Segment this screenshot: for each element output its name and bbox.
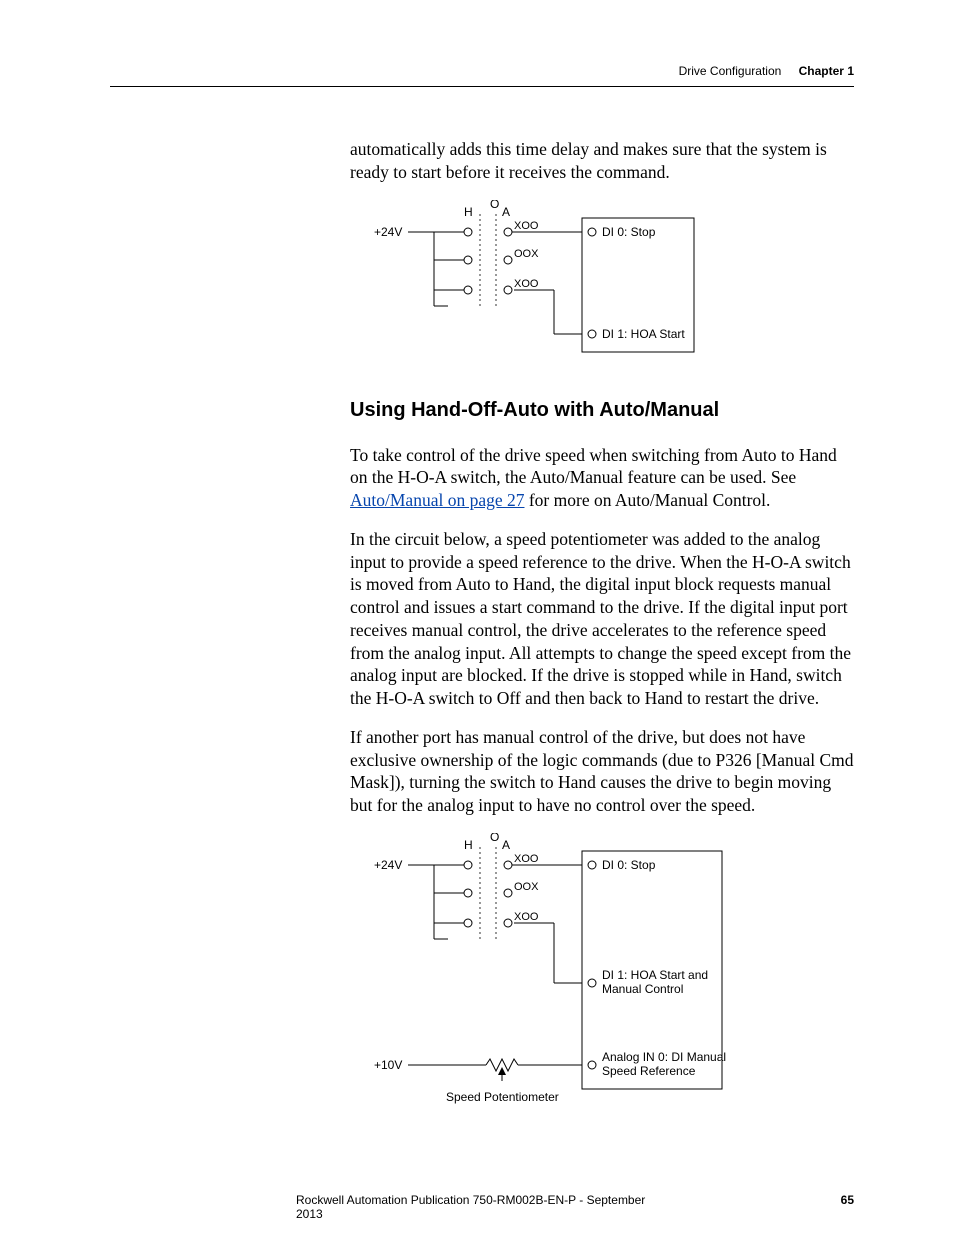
diagram-hoa-auto-manual: +24V H O A: [374, 833, 854, 1118]
d1-right-c1: [504, 228, 512, 236]
d1-left-c2: [464, 256, 472, 264]
d2-ai0b: Speed Reference: [602, 1064, 696, 1078]
d1-row2: OOX: [514, 248, 539, 260]
d1-di0: DI 0: Stop: [602, 225, 656, 239]
d2-di1b: Manual Control: [602, 982, 683, 996]
d2-di0: DI 0: Stop: [602, 858, 656, 872]
d1-di1: DI 1: HOA Start: [602, 327, 685, 341]
intro-paragraph: automatically adds this time delay and m…: [350, 138, 854, 184]
d1-port-c1: [588, 228, 596, 236]
d1-right-c2: [504, 256, 512, 264]
d2-row3: XOO: [514, 911, 539, 923]
header-rule: [110, 86, 854, 87]
d2-supply2-label: +10V: [374, 1058, 402, 1072]
auto-manual-link[interactable]: Auto/Manual on page 27: [350, 490, 524, 510]
paragraph-1: To take control of the drive speed when …: [350, 444, 854, 512]
d1-left-c3: [464, 286, 472, 294]
d1-h-label: H: [464, 205, 473, 219]
d1-row1: XOO: [514, 220, 539, 232]
d1-a-label: A: [502, 205, 510, 219]
d2-ai0a: Analog IN 0: DI Manual: [602, 1050, 726, 1064]
main-content: automatically adds this time delay and m…: [350, 138, 854, 1126]
d1-right-c3: [504, 286, 512, 294]
paragraph-3: If another port has manual control of th…: [350, 726, 854, 817]
d1-row3: XOO: [514, 278, 539, 290]
d2-di1a: DI 1: HOA Start and: [602, 968, 708, 982]
d2-pot-label: Speed Potentiometer: [446, 1090, 559, 1104]
d1-supply-label: +24V: [374, 225, 402, 239]
section-title: Using Hand-Off-Auto with Auto/Manual: [350, 399, 854, 422]
d2-a-label: A: [502, 838, 510, 852]
d2-o-label: O: [490, 833, 499, 844]
footer-publication: Rockwell Automation Publication 750-RM00…: [296, 1193, 668, 1221]
d1-left-c1: [464, 228, 472, 236]
header-section: Drive Configuration: [679, 64, 782, 78]
para1-b: for more on Auto/Manual Control.: [524, 490, 770, 510]
footer-page-number: 65: [841, 1193, 854, 1207]
header-chapter: Chapter 1: [799, 64, 854, 78]
d2-row2: OOX: [514, 881, 539, 893]
para1-a: To take control of the drive speed when …: [350, 445, 837, 488]
d1-o-label: O: [490, 200, 499, 211]
d1-port-c2: [588, 330, 596, 338]
paragraph-2: In the circuit below, a speed potentiome…: [350, 528, 854, 710]
diagram-hoa-basic: +24V H O A: [374, 200, 854, 365]
running-header: Drive Configuration Chapter 1: [679, 64, 854, 78]
d2-supply-label: +24V: [374, 858, 402, 872]
page: Drive Configuration Chapter 1 automatica…: [0, 0, 954, 1235]
d2-h-label: H: [464, 838, 473, 852]
d2-row1: XOO: [514, 853, 539, 865]
